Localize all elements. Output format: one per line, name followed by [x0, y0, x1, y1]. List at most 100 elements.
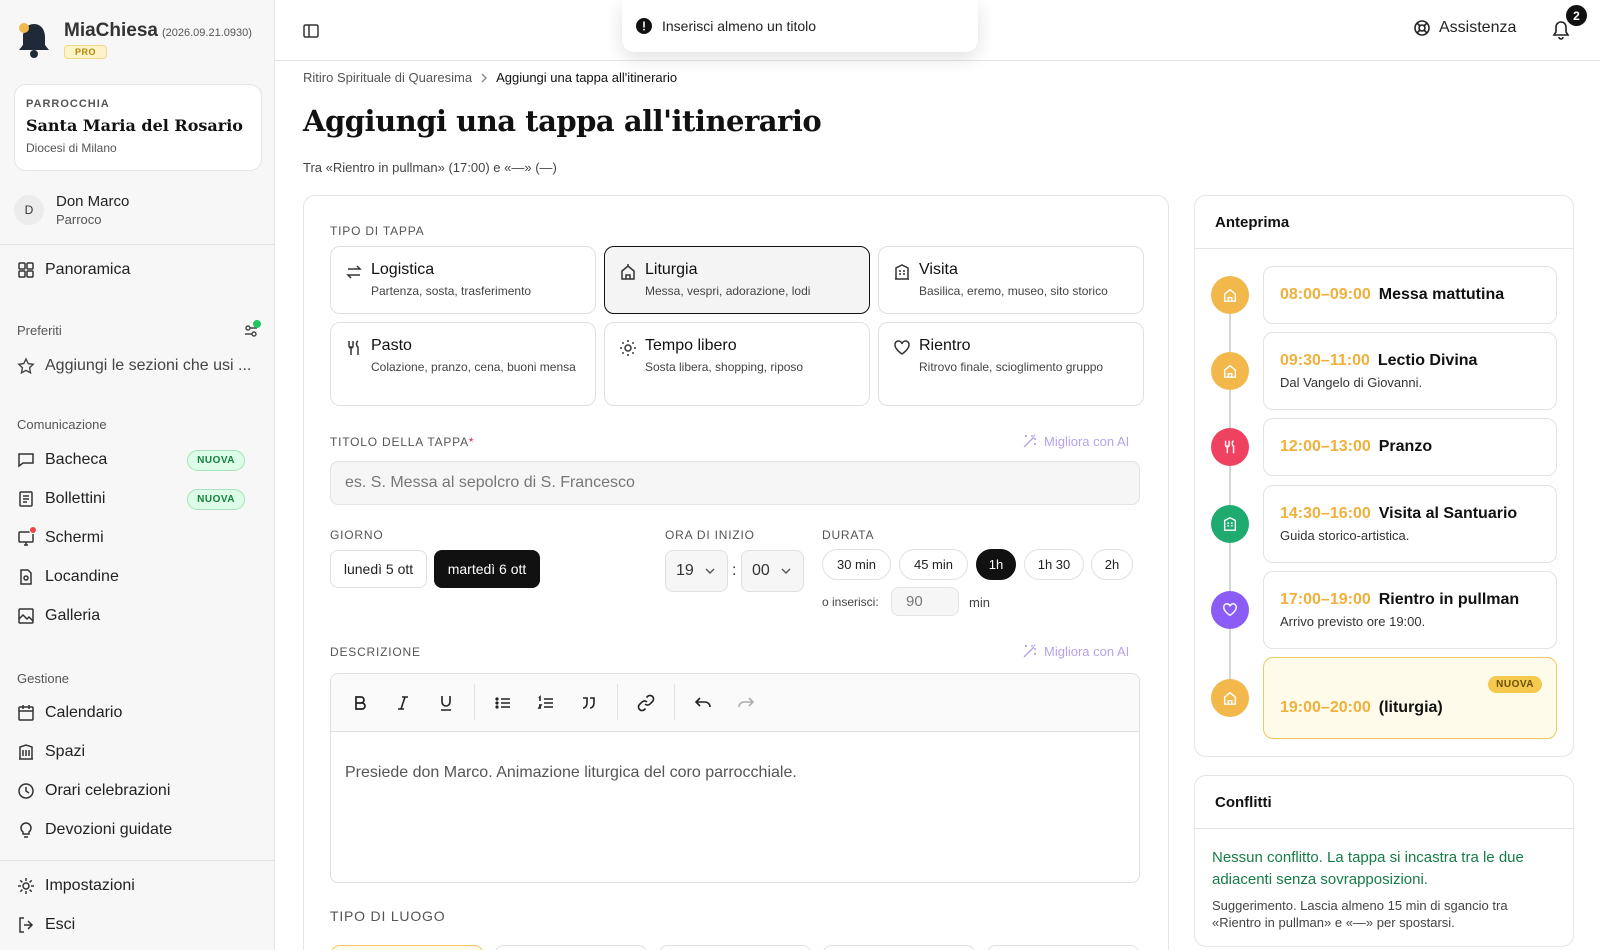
- quote-icon[interactable]: [580, 694, 598, 712]
- underline-icon[interactable]: [437, 694, 455, 712]
- place-type-option[interactable]: [494, 945, 648, 950]
- parish-name: Santa Maria del Rosario: [26, 116, 243, 135]
- nav-label: Impostazioni: [45, 877, 135, 894]
- brand[interactable]: MiaChiesa (2026.09.21.0930) PRO: [16, 20, 252, 60]
- grid-icon: [17, 261, 35, 279]
- nav-orari[interactable]: Orari celebrazioni: [17, 779, 257, 803]
- nav-overview[interactable]: Panoramica: [17, 258, 257, 282]
- duration-option-2h[interactable]: 2h: [1091, 549, 1133, 580]
- ai-improve-title-button[interactable]: Migliora con AI: [1022, 433, 1129, 449]
- preview-title: Anteprima: [1195, 196, 1573, 249]
- nav-label: Locandine: [45, 568, 119, 585]
- place-type-option[interactable]: [986, 945, 1140, 950]
- parish-card[interactable]: PARROCCHIA Santa Maria del Rosario Dioce…: [14, 84, 262, 171]
- duration-option-45min[interactable]: 45 min: [899, 549, 968, 580]
- type-title: Liturgia: [645, 261, 698, 278]
- duration-option-1h[interactable]: 1h: [976, 549, 1016, 580]
- preview-item[interactable]: 14:30–16:00 Visita al Santuario Guida sto…: [1263, 485, 1557, 563]
- preview-item[interactable]: 12:00–13:00 Pranzo: [1263, 418, 1557, 476]
- description-editor[interactable]: Presiede don Marco. Animazione liturgica…: [330, 673, 1140, 883]
- type-option-liturgia[interactable]: Liturgia Messa, vespri, adorazione, lodi: [604, 246, 870, 314]
- item-time: 08:00–09:00: [1280, 286, 1371, 303]
- day-option-monday[interactable]: lunedì 5 ott: [330, 550, 427, 588]
- item-title: Pranzo: [1378, 438, 1433, 455]
- type-label: TIPO DI TAPPA: [330, 224, 425, 238]
- utensils-icon: [1211, 428, 1249, 466]
- duration-option-30min[interactable]: 30 min: [822, 549, 891, 580]
- clock-icon: [17, 782, 35, 800]
- item-time: 19:00–20:00: [1280, 699, 1371, 716]
- preview-item[interactable]: 17:00–19:00 Rientro in pullman Arrivo pre…: [1263, 571, 1557, 649]
- type-desc: Basilica, eremo, museo, sito storico: [919, 284, 1108, 298]
- preview-item[interactable]: 09:30–11:00 Lectio Divina Dal Vangelo di …: [1263, 332, 1557, 410]
- place-type-option[interactable]: [822, 945, 976, 950]
- type-option-visita[interactable]: Visita Basilica, eremo, museo, sito stor…: [878, 246, 1144, 314]
- nav-bollettini[interactable]: Bollettini NUOVA: [17, 487, 257, 511]
- item-title: Visita al Santuario: [1378, 505, 1518, 522]
- nav-bacheca[interactable]: Bacheca NUOVA: [17, 448, 257, 472]
- type-desc: Partenza, sosta, trasferimento: [371, 284, 532, 298]
- nav-galleria[interactable]: Galleria: [17, 604, 257, 628]
- nav-esci[interactable]: Esci: [17, 913, 257, 937]
- bold-icon[interactable]: [351, 694, 369, 712]
- type-option-logistica[interactable]: Logistica Partenza, sosta, trasferimento: [330, 246, 596, 314]
- nav-add-favorites[interactable]: Aggiungi le sezioni che usi ...: [17, 354, 257, 378]
- notifications-bell-icon[interactable]: [1552, 20, 1570, 40]
- nav-schermi[interactable]: Schermi: [17, 526, 257, 550]
- bell-logo-icon: [16, 20, 52, 60]
- custom-duration-input[interactable]: 90: [891, 587, 959, 616]
- magic-wand-icon: [1022, 643, 1038, 659]
- day-option-tuesday[interactable]: martedì 6 ott: [434, 550, 540, 588]
- nav-devozioni[interactable]: Devozioni guidate: [17, 818, 257, 842]
- nav-label: Orari celebrazioni: [45, 782, 171, 799]
- type-option-pasto[interactable]: Pasto Colazione, pranzo, cena, buoni men…: [330, 322, 596, 406]
- start-minute-select[interactable]: 00: [741, 550, 804, 592]
- ai-improve-description-button[interactable]: Migliora con AI: [1022, 643, 1129, 659]
- place-type-option[interactable]: [658, 945, 812, 950]
- message-icon: [17, 451, 35, 469]
- italic-icon[interactable]: [394, 694, 412, 712]
- required-mark: *: [468, 435, 475, 449]
- sidebar-toggle-icon[interactable]: [302, 22, 320, 40]
- place-type-option[interactable]: [330, 945, 484, 950]
- help-button[interactable]: Assistenza: [1413, 19, 1516, 37]
- numbered-list-icon[interactable]: [537, 694, 555, 712]
- church-icon: [1211, 679, 1249, 717]
- duration-label: DURATA: [822, 528, 875, 542]
- redo-icon[interactable]: [737, 694, 755, 712]
- conflicts-panel: Conflitti Nessun conflitto. La tappa si …: [1194, 775, 1574, 947]
- nav-label: Panoramica: [45, 261, 131, 278]
- nav-label: Esci: [45, 916, 76, 933]
- breadcrumb-parent[interactable]: Ritiro Spirituale di Quaresima: [303, 70, 472, 85]
- nav-calendario[interactable]: Calendario: [17, 701, 257, 725]
- alert-dot: [29, 526, 37, 534]
- editor-toolbar: [331, 674, 1139, 732]
- type-option-tempo-libero[interactable]: Tempo libero Sosta libera, shopping, rip…: [604, 322, 870, 406]
- type-option-rientro[interactable]: Rientro Ritrovo finale, scioglimento gru…: [878, 322, 1144, 406]
- duration-option-1h30[interactable]: 1h 30: [1024, 549, 1084, 580]
- link-icon[interactable]: [637, 694, 655, 712]
- title-input[interactable]: es. S. Messa al sepolcro di S. Francesco: [330, 461, 1140, 505]
- item-title: Messa mattutina: [1378, 286, 1505, 303]
- new-badge: NUOVA: [187, 488, 245, 510]
- user-profile[interactable]: D Don Marco Parroco: [14, 193, 129, 227]
- preview-item-new[interactable]: NUOVA 19:00–20:00 (liturgia): [1263, 657, 1557, 739]
- item-time: 14:30–16:00: [1280, 505, 1371, 522]
- page-title: Aggiungi una tappa all'itinerario: [303, 104, 822, 138]
- utensils-icon: [345, 339, 363, 357]
- nav-locandine[interactable]: Locandine: [17, 565, 257, 589]
- nav-spazi[interactable]: Spazi: [17, 740, 257, 764]
- undo-icon[interactable]: [694, 694, 712, 712]
- nav-impostazioni[interactable]: Impostazioni: [17, 874, 257, 898]
- type-title: Pasto: [371, 337, 412, 354]
- pro-badge: PRO: [64, 45, 108, 59]
- start-hour-select[interactable]: 19: [665, 550, 728, 592]
- preview-item[interactable]: 08:00–09:00 Messa mattutina: [1263, 266, 1557, 324]
- gallery-icon: [17, 607, 35, 625]
- ai-label: Migliora con AI: [1044, 433, 1130, 449]
- bullet-list-icon[interactable]: [494, 694, 512, 712]
- start-minute-value: 00: [752, 562, 770, 579]
- new-badge: NUOVA: [187, 449, 245, 471]
- user-role: Parroco: [56, 212, 102, 227]
- nav-label: Aggiungi le sezioni che usi ...: [45, 357, 252, 374]
